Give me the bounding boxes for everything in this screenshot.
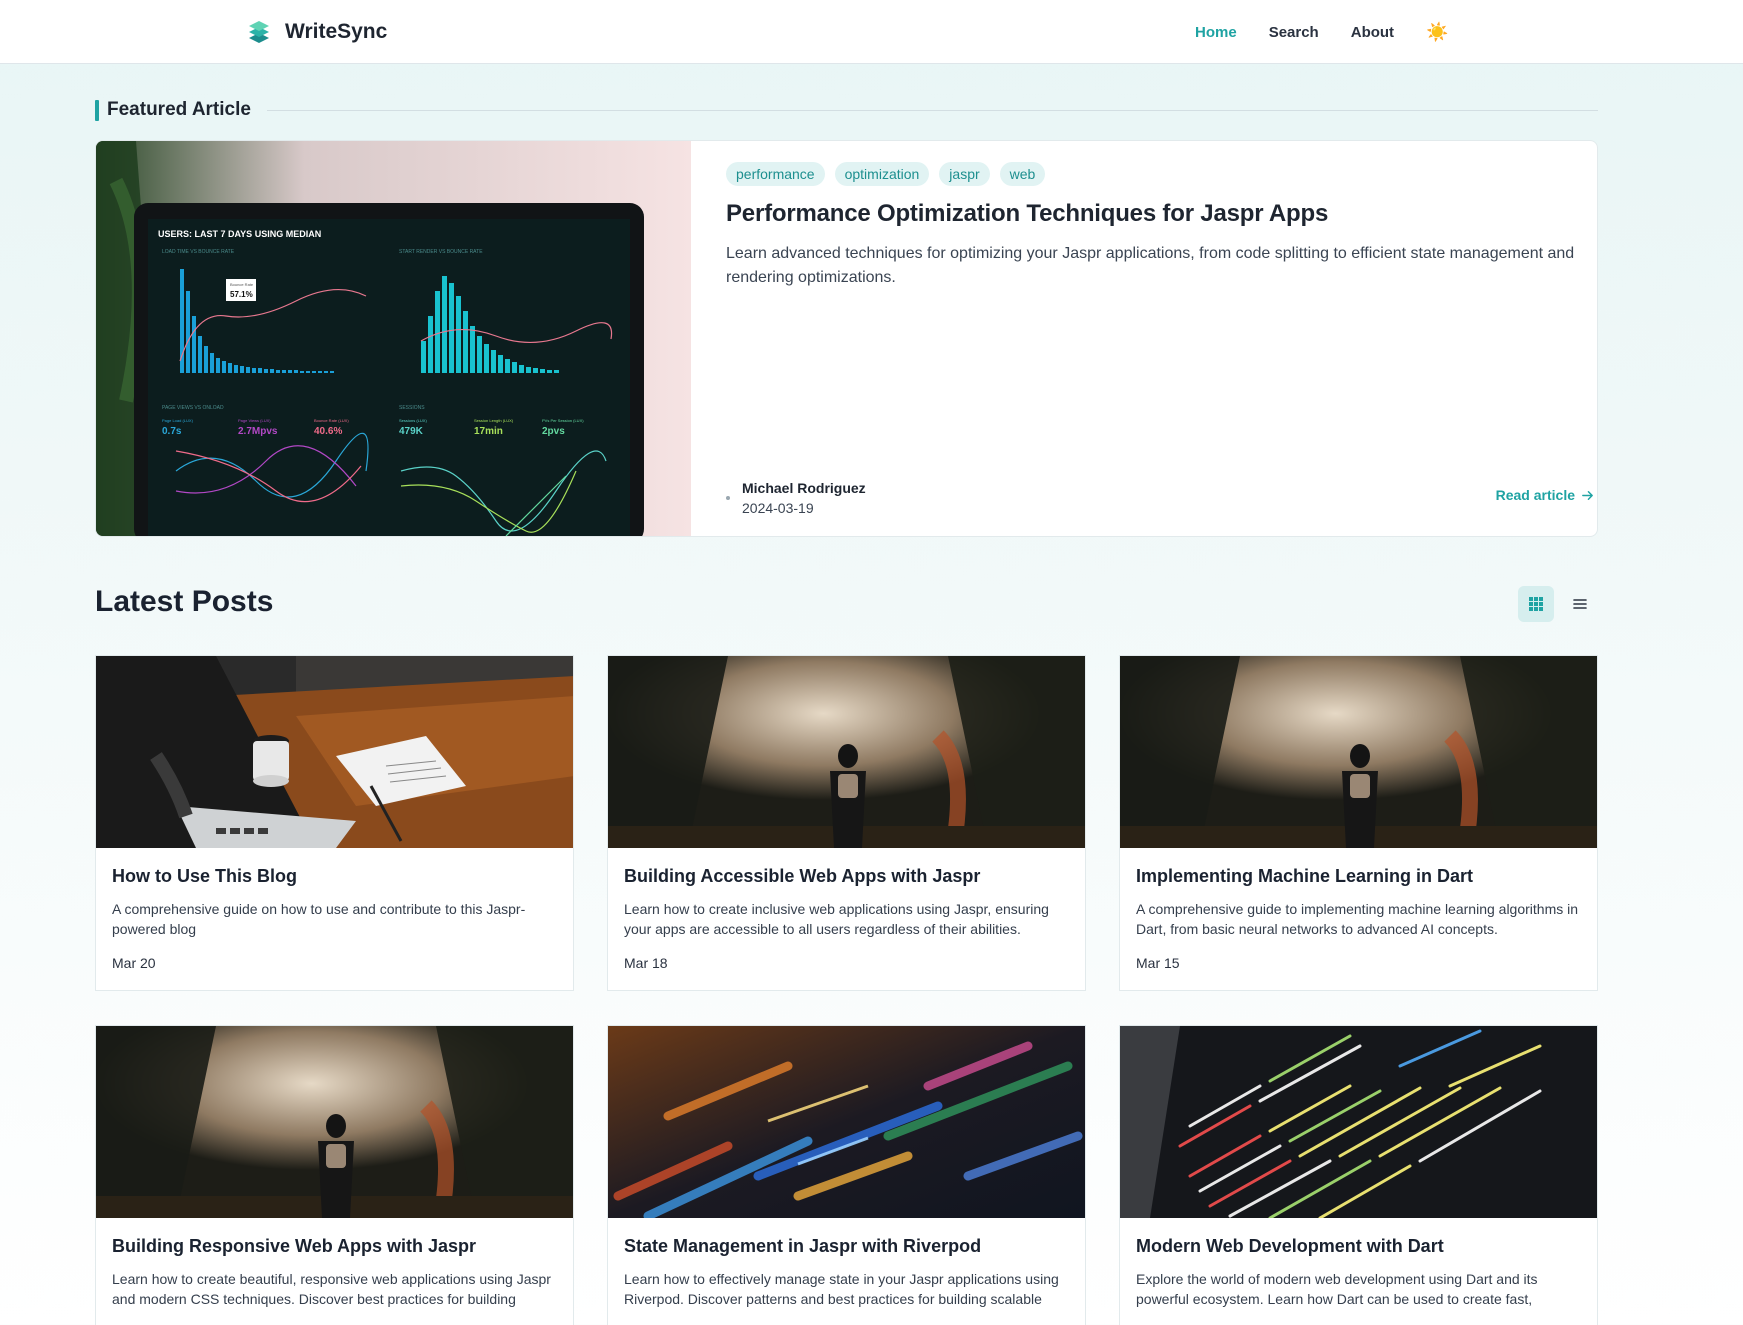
dashboard-metric-c: 40.6% — [314, 426, 342, 437]
featured-section-heading: Featured Article — [95, 99, 1598, 121]
view-mode-toggle — [1518, 586, 1598, 622]
dashboard-metric-f-label: PVs Per Session (LUX) — [542, 418, 584, 423]
post-card[interactable]: Building Accessible Web Apps with Jaspr … — [607, 655, 1086, 991]
featured-section-title: Featured Article — [107, 99, 251, 120]
post-card[interactable]: How to Use This Blog A comprehensive gui… — [95, 655, 574, 991]
post-card[interactable]: Implementing Machine Learning in Dart A … — [1119, 655, 1598, 991]
dashboard-metric-d-label: Sessions (LUX) — [399, 418, 427, 423]
featured-article-body: performance optimization jaspr web Perfo… — [691, 141, 1597, 536]
arrow-right-icon — [1582, 490, 1593, 500]
dashboard-panel-b-label: START RENDER VS BOUNCE RATE — [399, 249, 483, 255]
layers-logo-icon — [249, 21, 269, 43]
featured-article-card[interactable]: USERS: LAST 7 DAYS USING MEDIAN LOAD TIM… — [95, 140, 1598, 537]
dashboard-header-text: USERS: LAST 7 DAYS USING MEDIAN — [158, 229, 321, 239]
post-excerpt: Learn how to effectively manage state in… — [624, 1271, 1059, 1307]
dashboard-panel-c-label: PAGE VIEWS VS ONLOAD — [162, 405, 224, 411]
post-image-forest — [608, 656, 1085, 848]
read-article-link[interactable]: Read article — [1496, 487, 1594, 503]
post-title: State Management in Jaspr with Riverpod — [624, 1236, 982, 1256]
author-name: Michael Rodriguez — [742, 480, 866, 496]
post-date: Mar 18 — [624, 955, 668, 971]
tag-chip[interactable]: jaspr — [939, 162, 990, 186]
read-article-label: Read article — [1495, 487, 1575, 503]
tag-list: performance optimization jaspr web — [726, 162, 1586, 186]
post-card-body: Building Responsive Web Apps with Jaspr … — [96, 1218, 573, 1309]
nav-about-link[interactable]: About — [1351, 24, 1394, 41]
post-excerpt: A comprehensive guide to implementing ma… — [1136, 901, 1579, 937]
tag-chip[interactable]: performance — [726, 162, 825, 186]
dashboard-panel-d-label: SESSIONS — [399, 405, 425, 411]
dashboard-metric-f: 2pvs — [542, 426, 565, 437]
post-title: Modern Web Development with Dart — [1136, 1236, 1444, 1256]
post-image-forest — [96, 1026, 573, 1218]
post-title: How to Use This Blog — [112, 866, 298, 886]
post-card-body: Modern Web Development with Dart Explore… — [1120, 1218, 1597, 1309]
post-card-body: How to Use This Blog A comprehensive gui… — [96, 848, 573, 971]
post-card-body: State Management in Jaspr with Riverpod … — [608, 1218, 1085, 1309]
posts-grid: How to Use This Blog A comprehensive gui… — [95, 655, 1598, 1325]
post-title: Building Accessible Web Apps with Jaspr — [624, 866, 981, 886]
post-excerpt: A comprehensive guide on how to use and … — [112, 901, 526, 937]
post-excerpt: Learn how to create beautiful, responsiv… — [112, 1271, 551, 1307]
heading-divider — [266, 109, 1598, 111]
publish-date: 2024-03-19 — [742, 500, 814, 516]
nav-home-link[interactable]: Home — [1195, 24, 1237, 41]
tag-chip[interactable]: optimization — [834, 162, 930, 186]
top-navigation-bar: WriteSync Home Search About ☀️ — [0, 0, 1743, 64]
dashboard-metric-d: 479K — [399, 426, 424, 437]
heading-accent-bar — [95, 99, 99, 121]
post-card[interactable]: Modern Web Development with Dart Explore… — [1119, 1025, 1598, 1325]
dashboard-tooltip-label: Bounce Rate — [230, 282, 254, 287]
dashboard-metric-a-label: Page Load (LUX) — [162, 418, 194, 423]
featured-article-image: USERS: LAST 7 DAYS USING MEDIAN LOAD TIM… — [96, 141, 691, 536]
post-excerpt: Learn how to create inclusive web applic… — [624, 901, 1049, 937]
dashboard-metric-a: 0.7s — [162, 426, 182, 437]
post-date: Mar 15 — [1136, 955, 1180, 971]
sun-icon[interactable]: ☀️ — [1426, 23, 1448, 41]
post-excerpt: Explore the world of modern web developm… — [1136, 1271, 1538, 1307]
brand-name: WriteSync — [285, 20, 388, 43]
featured-article-excerpt: Learn advanced techniques for optimizing… — [726, 245, 1575, 286]
post-title: Implementing Machine Learning in Dart — [1136, 866, 1474, 886]
main-nav: Home Search About ☀️ — [1195, 18, 1448, 46]
post-card-body: Building Accessible Web Apps with Jaspr … — [608, 848, 1085, 971]
featured-article-title[interactable]: Performance Optimization Techniques for … — [726, 200, 1586, 228]
list-view-button[interactable] — [1562, 586, 1598, 622]
post-date: Mar 20 — [112, 955, 156, 971]
dashboard-metric-b: 2.7Mpvs — [238, 426, 278, 437]
dashboard-metric-e: 17min — [474, 426, 503, 437]
post-card[interactable]: Building Responsive Web Apps with Jaspr … — [95, 1025, 574, 1325]
post-card-body: Implementing Machine Learning in Dart A … — [1120, 848, 1597, 971]
author-info: Michael Rodriguez 2024-03-19 — [726, 480, 866, 516]
brand-home-link[interactable]: WriteSync — [247, 17, 387, 47]
grid-icon — [1529, 597, 1543, 611]
dashboard-panel-a-label: LOAD TIME VS BOUNCE RATE — [162, 249, 235, 255]
grid-view-button[interactable] — [1518, 586, 1554, 622]
post-image-code-screen — [1120, 1026, 1597, 1218]
dashboard-tooltip-value: 57.1% — [230, 290, 253, 299]
dashboard-metric-b-label: Page Views (LUX) — [238, 418, 271, 423]
latest-posts-heading: Latest Posts — [95, 585, 274, 618]
dashboard-metric-c-label: Bounce Rate (LUX) — [314, 418, 349, 423]
post-card[interactable]: State Management in Jaspr with Riverpod … — [607, 1025, 1086, 1325]
dashboard-metric-e-label: Session Length (LUX) — [474, 418, 514, 423]
post-image-code-blur — [608, 1026, 1085, 1218]
post-title: Building Responsive Web Apps with Jaspr — [112, 1236, 477, 1256]
tag-chip[interactable]: web — [999, 162, 1046, 186]
post-image-forest — [1120, 656, 1597, 848]
nav-search-link[interactable]: Search — [1269, 24, 1319, 41]
post-image-desk — [96, 656, 573, 848]
avatar — [726, 496, 730, 500]
list-icon — [1573, 599, 1587, 609]
